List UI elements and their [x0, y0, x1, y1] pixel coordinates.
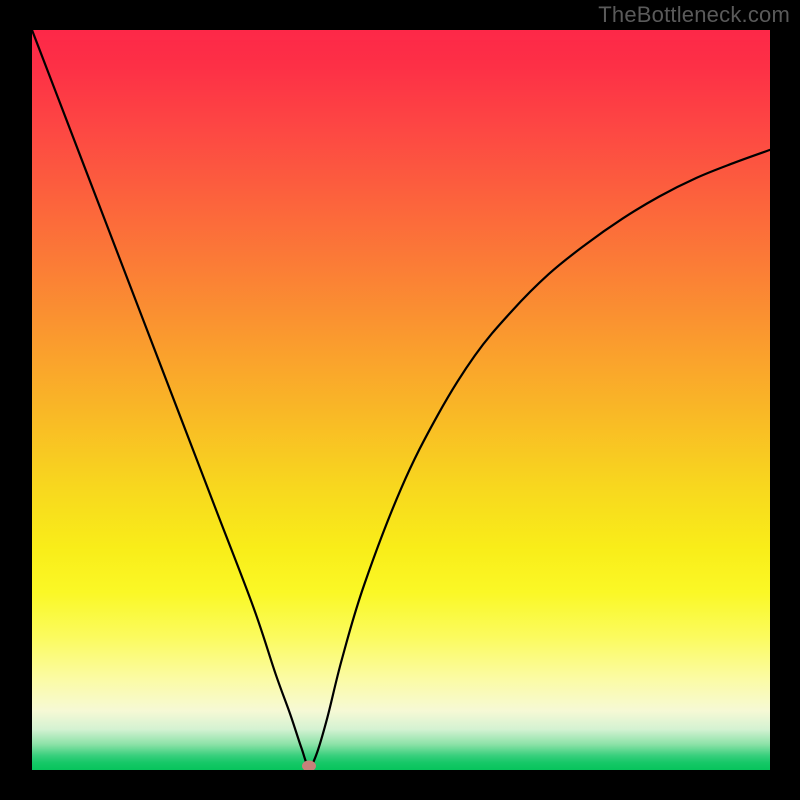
optimal-point-marker: [302, 761, 316, 770]
plot-area: [32, 30, 770, 770]
chart-container: TheBottleneck.com: [0, 0, 800, 800]
bottleneck-curve: [32, 30, 770, 770]
watermark-text: TheBottleneck.com: [598, 2, 790, 28]
